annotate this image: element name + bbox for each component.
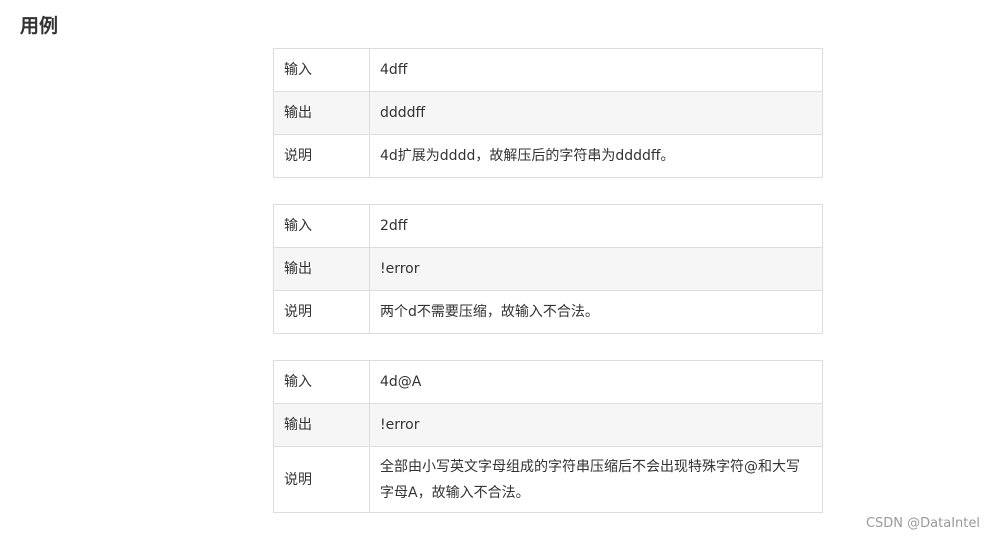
table-row-output: 输出 !error [273,247,823,291]
row-key: 输出 [273,403,370,447]
table-row-input: 输入 4dff [273,48,823,92]
row-key: 说明 [273,134,370,178]
example-table-2: 输入 2dff 输出 !error 说明 两个d不需要压缩，故输入不合法。 [273,204,823,334]
row-value: 4d扩展为dddd，故解压后的字符串为ddddff。 [369,134,823,178]
row-key: 输出 [273,91,370,135]
row-key: 输入 [273,204,370,248]
row-value: !error [369,247,823,291]
row-value: !error [369,403,823,447]
table-row-input: 输入 2dff [273,204,823,248]
watermark: CSDN @DataIntel [865,516,980,531]
example-table-3: 输入 4d@A 输出 !error 说明 全部由小写英文字母组成的字符串压缩后不… [273,360,823,513]
table-row-explanation: 说明 全部由小写英文字母组成的字符串压缩后不会出现特殊字符@和大写字母A，故输入… [273,446,823,513]
table-row-explanation: 说明 4d扩展为dddd，故解压后的字符串为ddddff。 [273,134,823,178]
example-table-1: 输入 4dff 输出 ddddff 说明 4d扩展为dddd，故解压后的字符串为… [273,48,823,178]
table-row-input: 输入 4d@A [273,360,823,404]
row-key: 说明 [273,446,370,513]
row-value: 4dff [369,48,823,92]
row-value: 全部由小写英文字母组成的字符串压缩后不会出现特殊字符@和大写字母A，故输入不合法… [369,446,823,513]
table-row-output: 输出 ddddff [273,91,823,135]
section-title: 用例 [20,15,59,37]
row-key: 说明 [273,290,370,334]
row-value: ddddff [369,91,823,135]
row-value: 4d@A [369,360,823,404]
row-value: 2dff [369,204,823,248]
row-key: 输入 [273,360,370,404]
row-key: 输入 [273,48,370,92]
table-row-output: 输出 !error [273,403,823,447]
row-key: 输出 [273,247,370,291]
row-value: 两个d不需要压缩，故输入不合法。 [369,290,823,334]
table-row-explanation: 说明 两个d不需要压缩，故输入不合法。 [273,290,823,334]
